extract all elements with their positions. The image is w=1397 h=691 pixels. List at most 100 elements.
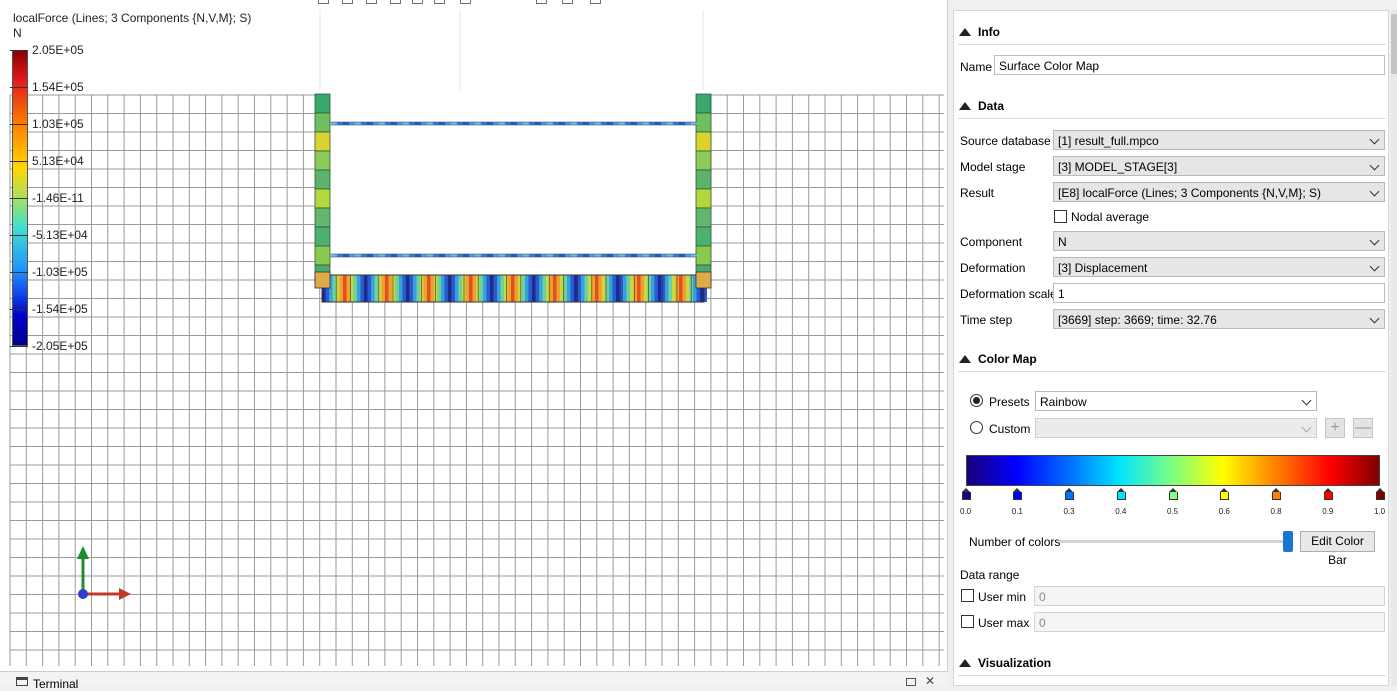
- slab-band: [560, 275, 564, 302]
- user-min-field[interactable]: 0: [1034, 586, 1385, 606]
- float-icon[interactable]: [906, 678, 916, 686]
- user-min-checkbox[interactable]: [961, 589, 974, 602]
- strut-segment: [451, 254, 457, 257]
- strut-segment: [613, 254, 619, 257]
- slab-band: [539, 275, 543, 302]
- slab-band: [483, 275, 487, 302]
- strut-segment: [355, 254, 361, 257]
- chevron-down-icon: [1369, 235, 1380, 246]
- slab-band: [647, 275, 651, 302]
- legend-tick: [10, 346, 28, 347]
- strut-segment: [649, 122, 655, 125]
- strut-segment: [583, 254, 589, 257]
- color-stop-handle[interactable]: [1168, 488, 1178, 500]
- strut-segment: [571, 122, 577, 125]
- strut-segment: [565, 122, 571, 125]
- slab-band: [553, 275, 557, 302]
- slab-band: [413, 275, 417, 302]
- strut-segment: [559, 254, 565, 257]
- strut-segment: [499, 254, 505, 257]
- strut-segment: [403, 122, 409, 125]
- color-stop-handle[interactable]: [1272, 488, 1281, 500]
- color-stop-handle[interactable]: [1323, 488, 1333, 500]
- section-color-map-header[interactable]: Color Map: [959, 352, 1037, 366]
- color-stop-handle[interactable]: [1375, 488, 1385, 500]
- nodal-average-checkbox[interactable]: [1054, 210, 1067, 223]
- strut-segment: [481, 122, 487, 125]
- user-max-checkbox[interactable]: [961, 615, 974, 628]
- terminal-dock[interactable]: Terminal ✕: [0, 671, 948, 691]
- slab-band: [437, 275, 441, 302]
- slab-band: [525, 275, 529, 302]
- legend-tick: [10, 161, 28, 162]
- legend-tick-label: -1.54E+05: [32, 302, 88, 316]
- presets-select[interactable]: Rainbow: [1035, 391, 1317, 411]
- strut-segment: [385, 122, 391, 125]
- slab-band: [360, 275, 364, 302]
- 3d-viewport[interactable]: localForce (Lines; 3 Components {N,V,M};…: [0, 0, 948, 671]
- deformation-label: Deformation: [960, 261, 1026, 275]
- color-stop-handle[interactable]: [1013, 488, 1023, 500]
- add-stop-button[interactable]: +: [1325, 418, 1345, 438]
- slab-band: [455, 275, 459, 302]
- result-label: Result: [960, 186, 995, 200]
- deformation-scale-field[interactable]: 1: [1053, 283, 1385, 303]
- number-of-colors-slider[interactable]: [1058, 540, 1290, 543]
- strut-segment: [625, 254, 631, 257]
- panel-scrollbar[interactable]: [1391, 10, 1397, 686]
- section-data-header[interactable]: Data: [959, 99, 1004, 113]
- wall-segment: [314, 150, 331, 171]
- slab-band: [500, 275, 504, 302]
- wall-segment: [314, 188, 331, 209]
- chevron-down-icon: [1369, 134, 1380, 145]
- strut-segment: [625, 122, 631, 125]
- section-info-header[interactable]: Info: [959, 25, 1000, 39]
- scrollbar-thumb[interactable]: [1391, 14, 1397, 74]
- color-stop-handle[interactable]: [1116, 488, 1126, 500]
- strut-segment: [637, 254, 643, 257]
- slab-band: [598, 275, 602, 302]
- remove-stop-button[interactable]: —: [1353, 418, 1373, 438]
- color-stop-label: 0.6: [1218, 507, 1230, 516]
- slab-band: [472, 275, 476, 302]
- custom-radio[interactable]: [970, 421, 983, 434]
- deformation-select[interactable]: [3] Displacement: [1053, 257, 1385, 277]
- strut-segment: [439, 254, 445, 257]
- slab-band: [451, 275, 455, 302]
- slab-band: [640, 275, 644, 302]
- presets-radio[interactable]: [970, 394, 983, 407]
- strut-segment: [337, 122, 343, 125]
- section-visualization-header[interactable]: Visualization: [959, 656, 1051, 670]
- color-stop-handle[interactable]: [1065, 488, 1074, 500]
- strut-segment: [373, 254, 379, 257]
- component-select[interactable]: N: [1053, 231, 1385, 251]
- strut-segment: [409, 122, 415, 125]
- source-database-label: Source database: [960, 134, 1051, 148]
- name-field[interactable]: Surface Color Map: [994, 55, 1385, 75]
- time-step-select[interactable]: [3669] step: 3669; time: 32.76: [1053, 309, 1385, 329]
- user-max-field[interactable]: 0: [1034, 612, 1385, 632]
- edit-color-bar-button[interactable]: Edit Color Bar: [1300, 531, 1375, 567]
- source-database-select[interactable]: [1] result_full.mpco: [1053, 130, 1385, 150]
- strut-segment: [649, 254, 655, 257]
- slab-band: [441, 275, 445, 302]
- result-select[interactable]: [E8] localForce (Lines; 3 Components {N,…: [1053, 182, 1385, 202]
- color-stop-handle[interactable]: [1220, 488, 1230, 500]
- slab-band: [427, 275, 431, 302]
- model-stage-select[interactable]: [3] MODEL_STAGE[3]: [1053, 156, 1385, 176]
- strut-segment: [487, 122, 493, 125]
- strut-segment: [385, 254, 391, 257]
- custom-select[interactable]: [1035, 418, 1317, 438]
- strut-segment: [367, 122, 373, 125]
- slab-band: [588, 275, 592, 302]
- presets-value: Rainbow: [1040, 395, 1087, 409]
- strut-segment: [427, 122, 433, 125]
- strut-segment: [493, 254, 499, 257]
- slab-band: [567, 275, 571, 302]
- slider-handle[interactable]: [1283, 531, 1293, 552]
- strut-segment: [619, 122, 625, 125]
- color-stop-handle[interactable]: [961, 488, 971, 500]
- wall-segment: [314, 112, 331, 133]
- wall-segment: [695, 112, 712, 133]
- slab-band: [563, 275, 567, 302]
